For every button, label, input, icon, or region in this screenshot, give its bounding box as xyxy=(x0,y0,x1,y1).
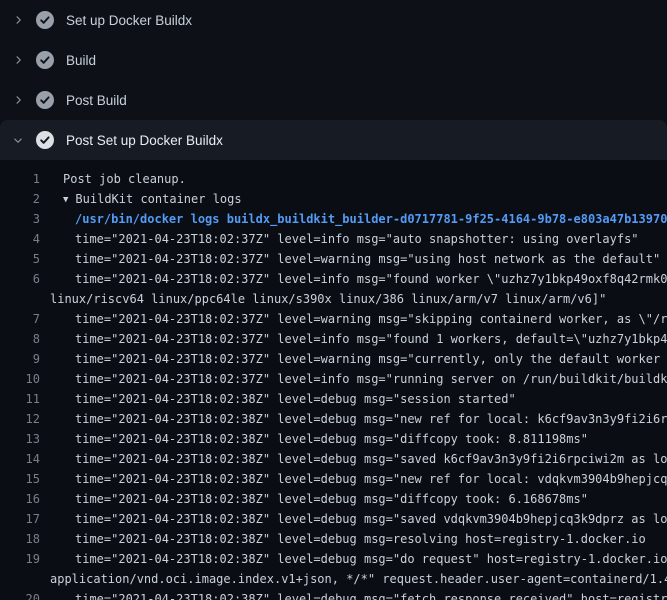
check-circle-icon xyxy=(36,11,54,29)
line-number[interactable]: 19 xyxy=(0,549,40,569)
line-number[interactable]: 7 xyxy=(0,309,40,329)
log-text: time="2021-04-23T18:02:38Z" level=debug … xyxy=(75,472,667,486)
log-text: time="2021-04-23T18:02:38Z" level=debug … xyxy=(75,532,646,546)
log-row: 18 time="2021-04-23T18:02:38Z" level=debu… xyxy=(0,529,667,549)
check-circle-icon xyxy=(36,91,54,109)
line-number[interactable]: 10 xyxy=(0,369,40,389)
log-panel: 1 Post job cleanup. 2 ▼ BuildKit container l… xyxy=(0,160,667,600)
line-number[interactable]: 14 xyxy=(0,449,40,469)
line-number[interactable]: 11 xyxy=(0,389,40,409)
log-row: 15 time="2021-04-23T18:02:38Z" level=debu… xyxy=(0,469,667,489)
line-number[interactable]: 3 xyxy=(0,209,40,229)
line-number[interactable]: 6 xyxy=(0,269,40,289)
log-text: time="2021-04-23T18:02:38Z" level=debug … xyxy=(75,512,667,526)
log-text: time="2021-04-23T18:02:37Z" level=warnin… xyxy=(75,312,667,326)
step-row-0[interactable]: Set up Docker Buildx xyxy=(0,0,667,40)
log-text: time="2021-04-23T18:02:37Z" level=info m… xyxy=(75,372,667,386)
log-text: time="2021-04-23T18:02:38Z" level=debug … xyxy=(75,492,588,506)
step-label: Post Build xyxy=(66,93,127,108)
step-label: Post Set up Docker Buildx xyxy=(66,133,223,148)
log-row[interactable]: 2 ▼ BuildKit container logs xyxy=(0,189,667,209)
log-group-toggle-icon[interactable]: ▼ xyxy=(63,190,68,210)
log-row: 13 time="2021-04-23T18:02:38Z" level=debu… xyxy=(0,429,667,449)
log-row: 20 time="2021-04-23T18:02:38Z" level=debu… xyxy=(0,589,667,600)
log-text: time="2021-04-23T18:02:37Z" level=warnin… xyxy=(75,352,667,366)
log-row: 5 time="2021-04-23T18:02:37Z" level=warni… xyxy=(0,249,667,269)
log-text: time="2021-04-23T18:02:38Z" level=debug … xyxy=(75,412,667,426)
log-text: time="2021-04-23T18:02:37Z" level=info m… xyxy=(75,332,667,346)
log-text: linux/riscv64 linux/ppc64le linux/s390x … xyxy=(50,292,606,306)
line-number[interactable]: 16 xyxy=(0,489,40,509)
log-text: time="2021-04-23T18:02:37Z" level=info m… xyxy=(75,272,667,286)
log-row: 9 time="2021-04-23T18:02:37Z" level=warni… xyxy=(0,349,667,369)
chevron-right-icon[interactable] xyxy=(10,94,26,106)
step-row-1[interactable]: Build xyxy=(0,40,667,80)
log-row: 10 time="2021-04-23T18:02:37Z" level=info… xyxy=(0,369,667,389)
log-text: time="2021-04-23T18:02:38Z" level=debug … xyxy=(75,432,588,446)
line-number[interactable]: 17 xyxy=(0,509,40,529)
log-row: 11 time="2021-04-23T18:02:38Z" level=debu… xyxy=(0,389,667,409)
log-text: time="2021-04-23T18:02:38Z" level=debug … xyxy=(75,552,667,566)
log-text: time="2021-04-23T18:02:38Z" level=debug … xyxy=(75,392,516,406)
line-number[interactable] xyxy=(0,289,40,309)
log-row: 17 time="2021-04-23T18:02:38Z" level=debu… xyxy=(0,509,667,529)
chevron-down-icon[interactable] xyxy=(10,134,26,146)
log-row: 12 time="2021-04-23T18:02:38Z" level=debu… xyxy=(0,409,667,429)
log-row: 19 time="2021-04-23T18:02:38Z" level=debu… xyxy=(0,549,667,569)
log-row: 14 time="2021-04-23T18:02:38Z" level=debu… xyxy=(0,449,667,469)
log-text: time="2021-04-23T18:02:37Z" level=warnin… xyxy=(75,252,660,266)
log-text: application/vnd.oci.image.index.v1+json,… xyxy=(50,572,667,586)
log-text: /usr/bin/docker logs buildx_buildkit_bui… xyxy=(75,212,667,226)
log-group-title: BuildKit container logs xyxy=(75,192,241,206)
line-number[interactable] xyxy=(0,569,40,589)
step-label: Build xyxy=(66,53,96,68)
log-row: 8 time="2021-04-23T18:02:37Z" level=info … xyxy=(0,329,667,349)
log-row: 16 time="2021-04-23T18:02:38Z" level=debu… xyxy=(0,489,667,509)
log-text: time="2021-04-23T18:02:38Z" level=debug … xyxy=(75,592,667,600)
log-row: 3/usr/bin/docker logs buildx_buildkit_bu… xyxy=(0,209,667,229)
line-number[interactable]: 8 xyxy=(0,329,40,349)
line-number[interactable]: 5 xyxy=(0,249,40,269)
step-row-3[interactable]: Post Set up Docker Buildx xyxy=(0,120,667,160)
line-number[interactable]: 2 xyxy=(0,189,40,209)
log-row: linux/riscv64 linux/ppc64le linux/s390x … xyxy=(0,289,667,309)
steps-list: Set up Docker Buildx Build Post Build Post … xyxy=(0,0,667,160)
line-number[interactable]: 1 xyxy=(0,169,40,189)
check-circle-icon xyxy=(36,131,54,149)
log-text: time="2021-04-23T18:02:38Z" level=debug … xyxy=(75,452,667,466)
log-row: 1 Post job cleanup. xyxy=(0,169,667,189)
line-number[interactable]: 9 xyxy=(0,349,40,369)
step-label: Set up Docker Buildx xyxy=(66,13,192,28)
log-row: 6 time="2021-04-23T18:02:37Z" level=info … xyxy=(0,269,667,289)
log-text: time="2021-04-23T18:02:37Z" level=info m… xyxy=(75,232,639,246)
line-number[interactable]: 4 xyxy=(0,229,40,249)
step-row-2[interactable]: Post Build xyxy=(0,80,667,120)
check-circle-icon xyxy=(36,51,54,69)
line-number[interactable]: 12 xyxy=(0,409,40,429)
actions-log-viewer: Set up Docker Buildx Build Post Build Post … xyxy=(0,0,667,600)
line-number[interactable]: 18 xyxy=(0,529,40,549)
line-number[interactable]: 20 xyxy=(0,589,40,600)
log-row: application/vnd.oci.image.index.v1+json,… xyxy=(0,569,667,589)
line-number[interactable]: 13 xyxy=(0,429,40,449)
line-number[interactable]: 15 xyxy=(0,469,40,489)
chevron-right-icon[interactable] xyxy=(10,54,26,66)
chevron-right-icon[interactable] xyxy=(10,14,26,26)
log-row: 4 time="2021-04-23T18:02:37Z" level=info … xyxy=(0,229,667,249)
log-text: Post job cleanup. xyxy=(63,172,186,186)
log-row: 7 time="2021-04-23T18:02:37Z" level=warni… xyxy=(0,309,667,329)
